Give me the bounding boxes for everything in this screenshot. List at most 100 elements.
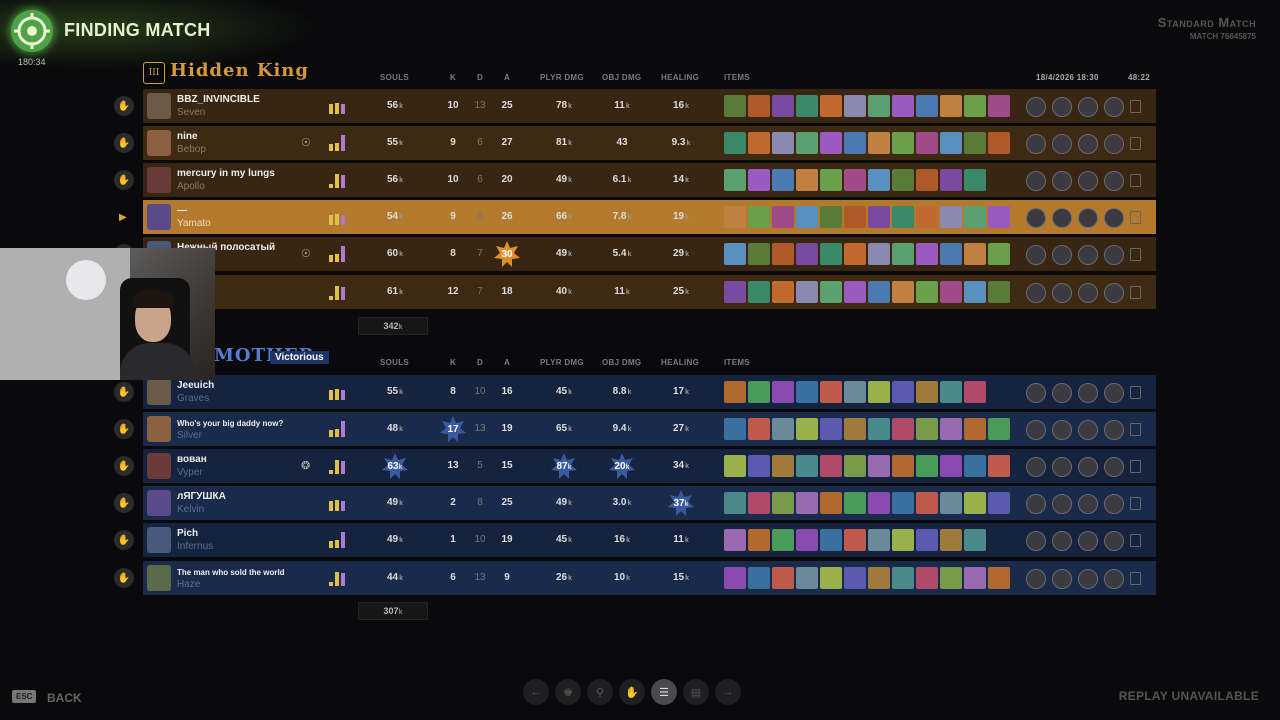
player-row[interactable]: Jeeuich Graves 55k 8 10 16 45k 8.8k 17k bbox=[143, 375, 1156, 409]
item-icon[interactable] bbox=[820, 132, 842, 154]
next-arrow-icon[interactable]: → bbox=[715, 679, 741, 705]
ability-icon[interactable] bbox=[1026, 97, 1046, 117]
ability-icon[interactable] bbox=[1104, 531, 1124, 551]
item-icon[interactable] bbox=[724, 281, 746, 303]
item-icon[interactable] bbox=[724, 243, 746, 265]
item-icon[interactable] bbox=[844, 243, 866, 265]
player-name[interactable]: BBZ_INVINCIBLE bbox=[177, 94, 260, 105]
item-icon[interactable] bbox=[868, 169, 890, 191]
item-icon[interactable] bbox=[772, 243, 794, 265]
player-row[interactable]: Who's your big daddy now? Silver 48k 17 13 19… bbox=[143, 412, 1156, 446]
player-row[interactable]: mercury in my lungs Apollo 56k 10 6 20 49k 6.1k… bbox=[143, 163, 1156, 197]
copy-build-icon[interactable] bbox=[1130, 286, 1141, 299]
item-icon[interactable] bbox=[724, 381, 746, 403]
item-icon[interactable] bbox=[772, 281, 794, 303]
item-icon[interactable] bbox=[820, 529, 842, 551]
hero-icon[interactable]: ⚲ bbox=[587, 679, 613, 705]
item-icon[interactable] bbox=[916, 132, 938, 154]
ability-icon[interactable] bbox=[1078, 283, 1098, 303]
ability-icon[interactable] bbox=[1104, 283, 1124, 303]
item-icon[interactable] bbox=[892, 132, 914, 154]
item-icon[interactable] bbox=[988, 243, 1010, 265]
player-row[interactable]: лЯГУШКА Kelvin 49k 2 8 25 49k 3.0k 37k bbox=[143, 486, 1156, 520]
item-icon[interactable] bbox=[748, 243, 770, 265]
item-icon[interactable] bbox=[820, 567, 842, 589]
item-icon[interactable] bbox=[820, 492, 842, 514]
ability-icon[interactable] bbox=[1078, 457, 1098, 477]
item-icon[interactable] bbox=[988, 567, 1010, 589]
item-icon[interactable] bbox=[796, 206, 818, 228]
player-name[interactable]: вован bbox=[177, 454, 207, 465]
item-icon[interactable] bbox=[724, 529, 746, 551]
ability-icon[interactable] bbox=[1078, 208, 1098, 228]
item-icon[interactable] bbox=[940, 281, 962, 303]
ability-icon[interactable] bbox=[1052, 383, 1072, 403]
item-icon[interactable] bbox=[892, 281, 914, 303]
item-icon[interactable] bbox=[964, 529, 986, 551]
ability-icon[interactable] bbox=[1052, 531, 1072, 551]
item-icon[interactable] bbox=[868, 281, 890, 303]
thumbs-up-icon[interactable]: ✋ bbox=[114, 419, 134, 439]
item-icon[interactable] bbox=[988, 455, 1010, 477]
item-icon[interactable] bbox=[868, 206, 890, 228]
copy-build-icon[interactable] bbox=[1130, 497, 1141, 510]
player-name[interactable]: Jeeuich bbox=[177, 380, 214, 391]
player-row[interactable]: BBZ_INVINCIBLE Seven 56k 10 13 25 78k 11k 16k bbox=[143, 89, 1156, 123]
item-icon[interactable] bbox=[916, 243, 938, 265]
ability-icon[interactable] bbox=[1052, 569, 1072, 589]
ability-icon[interactable] bbox=[1026, 245, 1046, 265]
item-icon[interactable] bbox=[724, 206, 746, 228]
item-icon[interactable] bbox=[964, 567, 986, 589]
ability-icon[interactable] bbox=[1078, 134, 1098, 154]
thumbs-up-icon[interactable]: ✋ bbox=[114, 568, 134, 588]
item-icon[interactable] bbox=[940, 381, 962, 403]
ability-icon[interactable] bbox=[1026, 208, 1046, 228]
item-icon[interactable] bbox=[844, 95, 866, 117]
item-icon[interactable] bbox=[820, 169, 842, 191]
item-icon[interactable] bbox=[892, 381, 914, 403]
item-icon[interactable] bbox=[964, 418, 986, 440]
ability-icon[interactable] bbox=[1078, 494, 1098, 514]
item-icon[interactable] bbox=[964, 381, 986, 403]
item-icon[interactable] bbox=[796, 281, 818, 303]
item-icon[interactable] bbox=[724, 492, 746, 514]
item-icon[interactable] bbox=[796, 132, 818, 154]
player-name[interactable]: The man who sold the world bbox=[177, 568, 285, 577]
player-name[interactable]: mercury in my lungs bbox=[177, 168, 275, 179]
ability-icon[interactable] bbox=[1052, 494, 1072, 514]
item-icon[interactable] bbox=[772, 132, 794, 154]
ability-icon[interactable] bbox=[1104, 97, 1124, 117]
thumbs-up-icon[interactable]: ✋ bbox=[114, 170, 134, 190]
scoreboard-list-icon[interactable]: ☰ bbox=[651, 679, 677, 705]
player-row[interactable]: elonzy61k1271840k11k25k bbox=[143, 275, 1156, 309]
item-icon[interactable] bbox=[940, 169, 962, 191]
copy-build-icon[interactable] bbox=[1130, 248, 1141, 261]
ability-icon[interactable] bbox=[1104, 208, 1124, 228]
item-icon[interactable] bbox=[844, 281, 866, 303]
item-icon[interactable] bbox=[772, 455, 794, 477]
item-icon[interactable] bbox=[868, 243, 890, 265]
ability-icon[interactable] bbox=[1052, 283, 1072, 303]
item-icon[interactable] bbox=[844, 132, 866, 154]
item-icon[interactable] bbox=[988, 492, 1010, 514]
thumbs-up-icon[interactable]: ✋ bbox=[114, 96, 134, 116]
item-icon[interactable] bbox=[916, 418, 938, 440]
copy-build-icon[interactable] bbox=[1130, 460, 1141, 473]
item-icon[interactable] bbox=[988, 95, 1010, 117]
graph-icon[interactable]: ▤ bbox=[683, 679, 709, 705]
item-icon[interactable] bbox=[844, 529, 866, 551]
ability-icon[interactable] bbox=[1052, 171, 1072, 191]
item-icon[interactable] bbox=[796, 567, 818, 589]
item-icon[interactable] bbox=[916, 567, 938, 589]
item-icon[interactable] bbox=[724, 169, 746, 191]
ability-icon[interactable] bbox=[1078, 383, 1098, 403]
ability-icon[interactable] bbox=[1052, 134, 1072, 154]
item-icon[interactable] bbox=[748, 381, 770, 403]
ability-icon[interactable] bbox=[1104, 494, 1124, 514]
item-icon[interactable] bbox=[748, 529, 770, 551]
hand-icon[interactable]: ✋ bbox=[619, 679, 645, 705]
item-icon[interactable] bbox=[844, 169, 866, 191]
item-icon[interactable] bbox=[940, 206, 962, 228]
item-icon[interactable] bbox=[844, 418, 866, 440]
item-icon[interactable] bbox=[916, 381, 938, 403]
